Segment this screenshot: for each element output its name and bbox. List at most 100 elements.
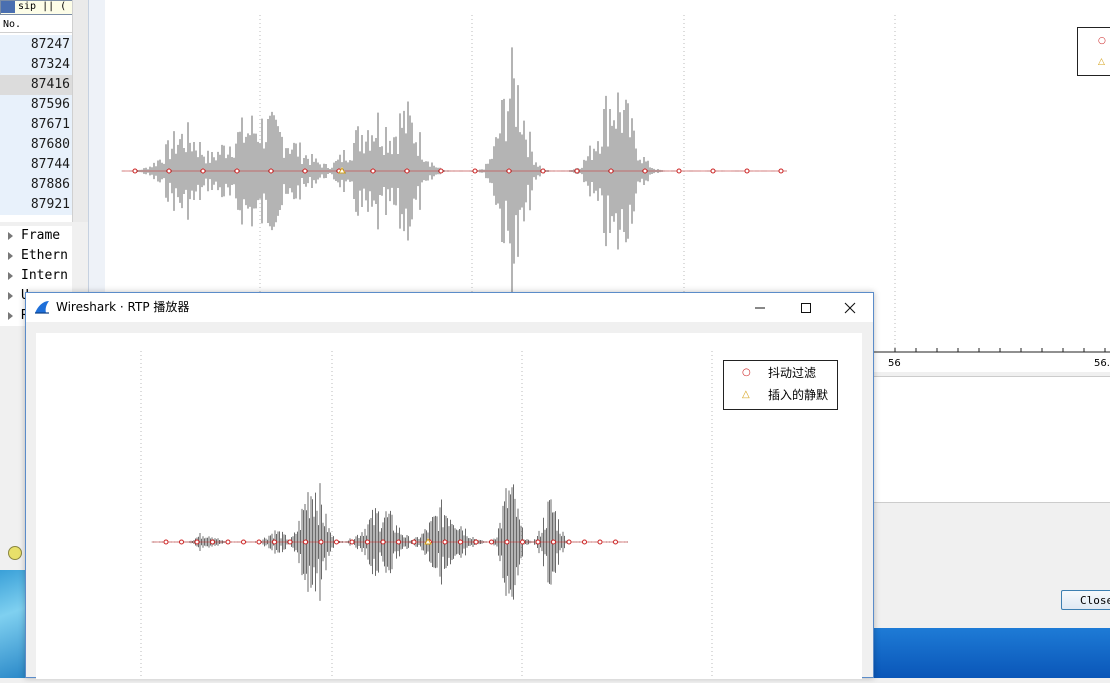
packet-row[interactable]: 87744: [0, 155, 72, 175]
column-header-no[interactable]: No.: [0, 18, 75, 33]
legend-item-jitter: ○ 抖动过滤: [724, 362, 837, 384]
silence-marker-icon: △: [1098, 57, 1105, 67]
detail-label: Intern: [21, 268, 68, 283]
jitter-marker: [710, 168, 716, 174]
jitter-marker: [318, 539, 324, 545]
jitter-marker: [396, 539, 401, 545]
detail-tree-item[interactable]: Ethern: [0, 246, 72, 266]
maximize-icon: [801, 302, 811, 313]
jitter-marker: [349, 539, 355, 545]
background-lower-panel: [872, 376, 1110, 507]
jitter-marker: [365, 539, 370, 545]
packet-row[interactable]: 87921: [0, 195, 72, 215]
jitter-marker: [473, 539, 479, 545]
packet-row[interactable]: 87247: [0, 35, 72, 55]
jitter-marker: [520, 539, 525, 545]
waveform-legend: ○ 抖动过滤 △ 插入的静默: [723, 360, 838, 410]
jitter-marker: [200, 168, 206, 174]
jitter-marker: [272, 539, 277, 545]
background-graph-legend: ○ △: [1077, 27, 1110, 76]
jitter-marker: [506, 168, 512, 174]
legend-label: 插入的静默: [768, 388, 829, 402]
display-filter-input[interactable]: sip || (: [0, 0, 74, 15]
jitter-marker: [676, 168, 682, 174]
packet-row[interactable]: 87596: [0, 95, 72, 115]
jitter-marker: [166, 168, 172, 174]
jitter-marker: [535, 539, 541, 545]
bookmark-icon[interactable]: [1, 1, 15, 13]
packet-row[interactable]: 87671: [0, 115, 72, 135]
jitter-marker: [744, 168, 750, 174]
jitter-marker: [472, 168, 478, 174]
close-button[interactable]: Close: [1061, 590, 1110, 610]
packet-list-scrollbar[interactable]: [72, 0, 88, 222]
jitter-marker: [194, 539, 200, 545]
jitter-marker: [438, 168, 444, 174]
jitter-marker: [380, 539, 386, 545]
dialog-title: Wireshark · RTP 播放器: [56, 300, 190, 314]
jitter-marker: [540, 168, 546, 174]
rtp-player-dialog: Wireshark · RTP 播放器 ○ 抖动过滤 △ 插入的静默: [25, 292, 874, 679]
jitter-marker: [404, 168, 410, 174]
triangle-marker-icon: △: [742, 389, 750, 400]
jitter-marker: [303, 539, 308, 545]
jitter-marker: [241, 539, 246, 545]
close-icon: [844, 302, 856, 313]
maximize-button[interactable]: [783, 293, 829, 322]
jitter-marker: [608, 168, 614, 174]
jitter-marker: [458, 539, 463, 545]
detail-tree-item[interactable]: Frame: [0, 226, 72, 246]
jitter-marker: [268, 168, 274, 174]
expand-arrow-icon[interactable]: [8, 291, 13, 300]
jitter-marker-icon: ○: [1098, 36, 1106, 46]
expand-arrow-icon[interactable]: [8, 231, 13, 240]
desktop-taskbar: [872, 628, 1110, 678]
jitter-marker: [163, 539, 169, 545]
jitter-marker: [642, 168, 648, 174]
jitter-marker: [442, 539, 448, 545]
packet-row[interactable]: 87886: [0, 175, 72, 195]
jitter-marker: [489, 539, 494, 545]
x-tick-label: 56.: [1094, 358, 1110, 369]
expert-info-indicator-icon[interactable]: [8, 546, 22, 560]
close-window-button[interactable]: [827, 293, 873, 322]
jitter-marker: [504, 539, 510, 545]
packet-row[interactable]: 87324: [0, 55, 72, 75]
detail-tree-item[interactable]: Intern: [0, 266, 72, 286]
detail-label: Frame: [21, 228, 61, 243]
packet-list-pane: sip || ( No. 87247 87324 87416 87596 876…: [0, 0, 89, 222]
circle-marker-icon: ○: [742, 367, 751, 378]
packet-row[interactable]: 87680: [0, 135, 72, 155]
detail-label: Ethern: [21, 248, 68, 263]
wireshark-fin-icon: [35, 301, 49, 314]
jitter-marker: [225, 539, 231, 545]
jitter-marker: [411, 539, 417, 545]
expand-arrow-icon[interactable]: [8, 271, 13, 280]
expand-arrow-icon[interactable]: [8, 311, 13, 320]
x-tick-label: 56: [888, 358, 901, 369]
jitter-marker: [210, 539, 215, 545]
jitter-marker: [574, 168, 580, 174]
jitter-marker: [234, 168, 240, 174]
jitter-marker: [287, 539, 293, 545]
packet-row-selected[interactable]: 87416: [0, 75, 72, 95]
jitter-marker: [613, 539, 618, 545]
dialog-titlebar[interactable]: Wireshark · RTP 播放器: [26, 293, 873, 322]
jitter-marker: [334, 539, 339, 545]
jitter-marker: [302, 168, 308, 174]
legend-item-silence: △ 插入的静默: [724, 384, 837, 406]
legend-label: 抖动过滤: [768, 366, 817, 380]
jitter-marker: [582, 539, 587, 545]
jitter-marker: [370, 168, 376, 174]
expand-arrow-icon[interactable]: [8, 251, 13, 260]
jitter-marker: [179, 539, 184, 545]
jitter-marker: [256, 539, 262, 545]
minimize-button[interactable]: [737, 293, 783, 322]
filter-text: sip || (: [18, 1, 67, 12]
desktop-background: [0, 570, 25, 678]
minimize-icon: [755, 307, 765, 308]
jitter-marker: [551, 539, 556, 545]
jitter-marker: [597, 539, 603, 545]
jitter-marker: [566, 539, 572, 545]
jitter-marker: [132, 168, 138, 174]
